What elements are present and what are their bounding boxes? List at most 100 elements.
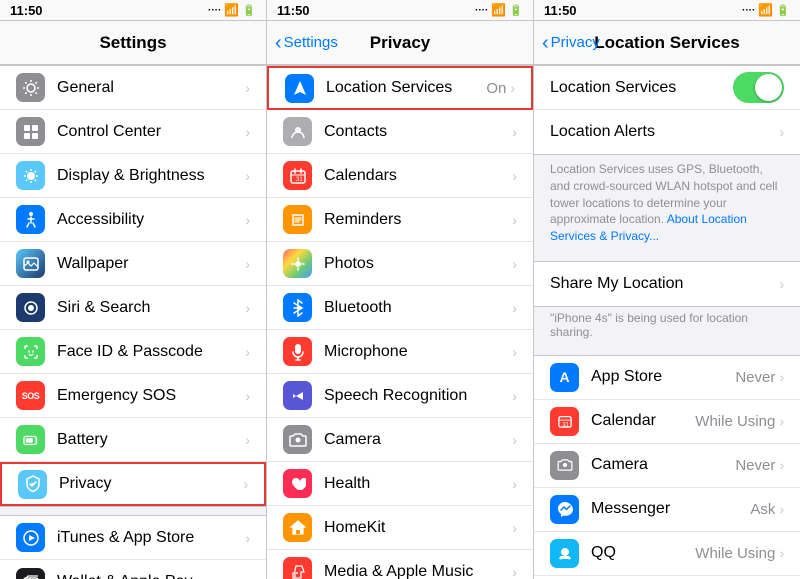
settings-item-general[interactable]: General › <box>0 66 266 110</box>
settings-item-faceid[interactable]: Face ID & Passcode › <box>0 330 266 374</box>
loc-appstore-item[interactable]: A App Store Never › <box>534 356 800 400</box>
settings-item-itunes[interactable]: iTunes & App Store › <box>0 516 266 560</box>
wifi-icon-3: 📶 <box>758 3 773 17</box>
settings-panel: General › Control Center › Display <box>0 65 267 579</box>
battery-label: Battery <box>57 431 245 449</box>
calendars-icon: 31 <box>283 161 312 190</box>
bluetooth-chevron: › <box>512 300 517 316</box>
privacy-item-photos[interactable]: Photos › <box>267 242 533 286</box>
settings-item-privacy[interactable]: Privacy › <box>0 462 266 506</box>
signal-icon-1: ···· <box>208 5 221 16</box>
combined-header: 11:50 ···· 📶 🔋 11:50 ···· 📶 🔋 11:50 ····… <box>0 0 800 65</box>
location-alerts-item[interactable]: Location Alerts › <box>534 110 800 154</box>
loc-calendar-item[interactable]: 31 Calendar While Using › <box>534 400 800 444</box>
battery-icon-1: 🔋 <box>242 4 256 17</box>
calendars-label: Calendars <box>324 167 512 185</box>
settings-item-battery[interactable]: Battery › <box>0 418 266 462</box>
media-label: Media & Apple Music <box>324 563 512 579</box>
nav-cell-settings: Settings <box>0 21 267 64</box>
loc-camera-item[interactable]: Camera Never › <box>534 444 800 488</box>
loc-messenger-chevron: › <box>779 501 784 517</box>
faceid-label: Face ID & Passcode <box>57 343 245 361</box>
settings-item-accessibility[interactable]: Accessibility › <box>0 198 266 242</box>
loc-appstore-chevron: › <box>779 369 784 385</box>
camera-privacy-label: Camera <box>324 431 512 449</box>
status-cell-2: 11:50 ···· 📶 🔋 <box>267 0 534 20</box>
privacy-settings-label: Privacy <box>59 475 243 493</box>
privacy-item-homekit[interactable]: HomeKit › <box>267 506 533 550</box>
battery-chevron: › <box>245 432 250 448</box>
privacy-item-speech[interactable]: Speech Recognition › <box>267 374 533 418</box>
location-toggle-item[interactable]: Location Services <box>534 66 800 110</box>
panels-container: General › Control Center › Display <box>0 65 800 579</box>
media-icon <box>283 557 312 579</box>
loc-qq-label: QQ <box>591 544 695 562</box>
privacy-item-microphone[interactable]: Microphone › <box>267 330 533 374</box>
settings-group-2: iTunes & App Store › Wallet & Apple Pay … <box>0 515 266 579</box>
contacts-icon <box>283 117 312 146</box>
contacts-chevron: › <box>512 124 517 140</box>
location-services-value: On <box>486 80 506 97</box>
general-chevron: › <box>245 80 250 96</box>
display-chevron: › <box>245 168 250 184</box>
microphone-chevron: › <box>512 344 517 360</box>
privacy-group-1: Location Services On › Contacts › 31 <box>267 65 533 579</box>
privacy-item-health[interactable]: Health › <box>267 462 533 506</box>
share-location-item[interactable]: Share My Location › <box>534 262 800 306</box>
calendars-chevron: › <box>512 168 517 184</box>
nav-cell-location: ‹ Privacy Location Services <box>534 21 800 64</box>
microphone-label: Microphone <box>324 343 512 361</box>
back-chevron-location: ‹ <box>542 33 549 53</box>
wallet-label: Wallet & Apple Pay <box>57 573 245 579</box>
location-services-label: Location Services <box>326 79 486 97</box>
status-icons-3: ···· 📶 🔋 <box>742 3 790 17</box>
sos-icon: SOS <box>16 381 45 410</box>
control-center-chevron: › <box>245 124 250 140</box>
accessibility-label: Accessibility <box>57 211 245 229</box>
settings-list: General › Control Center › Display <box>0 65 266 579</box>
homekit-icon <box>283 513 312 542</box>
about-link[interactable]: About Location Services & Privacy... <box>550 212 747 243</box>
time-3: 11:50 <box>544 3 577 18</box>
privacy-item-media[interactable]: Media & Apple Music › <box>267 550 533 579</box>
privacy-settings-chevron: › <box>243 476 248 492</box>
loc-camera-value: Never <box>735 457 775 474</box>
privacy-item-calendars[interactable]: 31 Calendars › <box>267 154 533 198</box>
loc-camera-label: Camera <box>591 456 735 474</box>
accessibility-icon <box>16 205 45 234</box>
bluetooth-icon <box>283 293 312 322</box>
privacy-item-location[interactable]: Location Services On › <box>267 66 533 110</box>
status-icons-2: ···· 📶 🔋 <box>475 3 523 17</box>
privacy-back-btn[interactable]: ‹ Settings <box>275 33 338 53</box>
settings-item-siri[interactable]: Siri & Search › <box>0 286 266 330</box>
wallpaper-label: Wallpaper <box>57 255 245 273</box>
status-icons-1: ···· 📶 🔋 <box>208 3 256 17</box>
settings-item-wallet[interactable]: Wallet & Apple Pay › <box>0 560 266 579</box>
settings-item-wallpaper[interactable]: Wallpaper › <box>0 242 266 286</box>
back-label-privacy[interactable]: Settings <box>284 34 338 51</box>
microphone-icon <box>283 337 312 366</box>
loc-calendar-icon: 31 <box>550 407 579 436</box>
privacy-item-camera[interactable]: Camera › <box>267 418 533 462</box>
loc-messenger-label: Messenger <box>591 500 750 518</box>
loc-calendar-value: While Using <box>695 413 775 430</box>
sos-label: Emergency SOS <box>57 387 245 405</box>
loc-qq-item[interactable]: QQ While Using › <box>534 532 800 576</box>
status-cell-3: 11:50 ···· 📶 🔋 <box>534 0 800 20</box>
control-center-icon <box>16 117 45 146</box>
reminders-label: Reminders <box>324 211 512 229</box>
back-label-location[interactable]: Privacy <box>551 34 600 51</box>
location-toggle[interactable] <box>733 72 784 103</box>
itunes-icon <box>16 523 45 552</box>
privacy-item-contacts[interactable]: Contacts › <box>267 110 533 154</box>
wallet-icon <box>16 568 45 579</box>
location-back-btn[interactable]: ‹ Privacy <box>542 33 600 53</box>
privacy-icon <box>18 470 47 499</box>
settings-item-control-center[interactable]: Control Center › <box>0 110 266 154</box>
settings-item-display[interactable]: Display & Brightness › <box>0 154 266 198</box>
privacy-item-bluetooth[interactable]: Bluetooth › <box>267 286 533 330</box>
loc-messenger-item[interactable]: Messenger Ask › <box>534 488 800 532</box>
privacy-item-reminders[interactable]: Reminders › <box>267 198 533 242</box>
location-services-icon <box>285 74 314 103</box>
settings-item-sos[interactable]: SOS Emergency SOS › <box>0 374 266 418</box>
